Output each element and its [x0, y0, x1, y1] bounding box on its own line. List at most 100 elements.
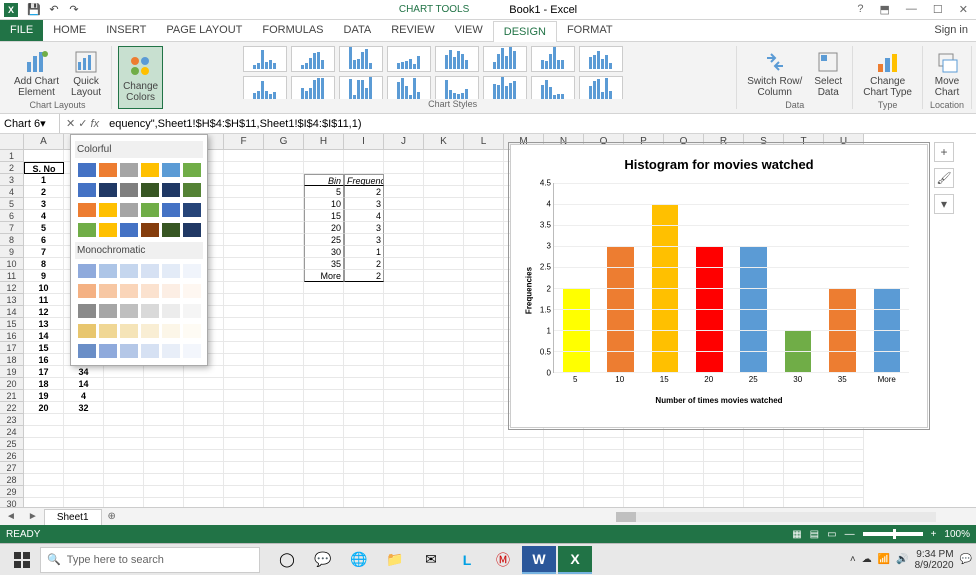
cell[interactable]: [784, 462, 824, 474]
cell[interactable]: S. No: [24, 162, 64, 174]
cell[interactable]: 30: [304, 246, 344, 258]
cell[interactable]: [464, 282, 504, 294]
cell[interactable]: [384, 342, 424, 354]
zoom-slider[interactable]: [863, 532, 923, 536]
cell[interactable]: 12: [24, 306, 64, 318]
row-header[interactable]: 6: [0, 210, 24, 222]
cell[interactable]: [24, 486, 64, 498]
chart-style-thumb[interactable]: [531, 76, 575, 99]
cell[interactable]: [224, 258, 264, 270]
cell[interactable]: [64, 474, 104, 486]
cell[interactable]: [224, 174, 264, 186]
cell[interactable]: [664, 486, 704, 498]
cell[interactable]: [624, 486, 664, 498]
col-header[interactable]: L: [464, 134, 504, 150]
color-swatch[interactable]: [183, 324, 201, 338]
cortana-icon[interactable]: 💬: [306, 546, 340, 574]
cell[interactable]: [544, 450, 584, 462]
cell[interactable]: [24, 414, 64, 426]
cell[interactable]: [184, 462, 224, 474]
cell[interactable]: [384, 294, 424, 306]
cell[interactable]: [824, 498, 864, 507]
cell[interactable]: [504, 486, 544, 498]
taskbar-search[interactable]: 🔍 Type here to search: [40, 547, 260, 573]
cell[interactable]: [384, 174, 424, 186]
signin-link[interactable]: Sign in: [926, 20, 976, 41]
color-swatch[interactable]: [162, 304, 180, 318]
cell[interactable]: [504, 474, 544, 486]
row-header[interactable]: 15: [0, 318, 24, 330]
cell[interactable]: [264, 426, 304, 438]
explorer-icon[interactable]: 📁: [378, 546, 412, 574]
cell[interactable]: [664, 474, 704, 486]
cell[interactable]: [384, 186, 424, 198]
row-header[interactable]: 30: [0, 498, 24, 507]
horizontal-scrollbar[interactable]: [616, 512, 936, 522]
cell[interactable]: [384, 318, 424, 330]
row-header[interactable]: 11: [0, 270, 24, 282]
row-header[interactable]: 17: [0, 342, 24, 354]
chart-elements-button[interactable]: +: [934, 142, 954, 162]
cell[interactable]: [344, 426, 384, 438]
chart-style-thumb[interactable]: [483, 76, 527, 99]
row-header[interactable]: 27: [0, 462, 24, 474]
cell[interactable]: 20: [24, 402, 64, 414]
cell[interactable]: [344, 390, 384, 402]
tab-view[interactable]: VIEW: [445, 20, 493, 41]
chart-title[interactable]: Histogram for movies watched: [519, 153, 919, 176]
chart-filter-button[interactable]: ▾: [934, 194, 954, 214]
row-header[interactable]: 3: [0, 174, 24, 186]
cell[interactable]: [224, 354, 264, 366]
cell[interactable]: [264, 198, 304, 210]
cell[interactable]: [464, 354, 504, 366]
chart-object[interactable]: Histogram for movies watched Frequencies…: [510, 144, 928, 428]
cell[interactable]: [304, 438, 344, 450]
word-icon[interactable]: W: [522, 546, 556, 574]
cell[interactable]: [224, 150, 264, 162]
tab-data[interactable]: DATA: [334, 20, 382, 41]
cell[interactable]: [344, 366, 384, 378]
cell[interactable]: [144, 486, 184, 498]
col-header[interactable]: G: [264, 134, 304, 150]
color-swatch[interactable]: [99, 264, 117, 278]
cell[interactable]: 14: [64, 378, 104, 390]
cell[interactable]: [304, 426, 344, 438]
cell[interactable]: [224, 210, 264, 222]
cell[interactable]: [304, 330, 344, 342]
cell[interactable]: [624, 474, 664, 486]
cell[interactable]: 2: [344, 270, 384, 282]
cell[interactable]: [104, 486, 144, 498]
cell[interactable]: [184, 426, 224, 438]
cell[interactable]: [424, 366, 464, 378]
cell[interactable]: [464, 198, 504, 210]
chart-style-thumb[interactable]: [291, 76, 335, 99]
cell[interactable]: [544, 474, 584, 486]
color-swatch[interactable]: [162, 284, 180, 298]
cell[interactable]: [824, 438, 864, 450]
chart-styles-button[interactable]: 🖌: [934, 168, 954, 188]
cell[interactable]: [544, 438, 584, 450]
sheet-nav-prev-icon[interactable]: ◄: [0, 511, 22, 522]
cell[interactable]: [224, 306, 264, 318]
cell[interactable]: 13: [24, 318, 64, 330]
cell[interactable]: [744, 462, 784, 474]
cell[interactable]: [464, 246, 504, 258]
cell[interactable]: [464, 258, 504, 270]
cell[interactable]: [384, 366, 424, 378]
cell[interactable]: [224, 198, 264, 210]
cell[interactable]: [104, 366, 144, 378]
tab-file[interactable]: FILE: [0, 20, 43, 41]
quick-layout-button[interactable]: Quick Layout: [67, 46, 105, 100]
cell[interactable]: 35: [304, 258, 344, 270]
cell[interactable]: [264, 210, 304, 222]
row-header[interactable]: 19: [0, 366, 24, 378]
cell[interactable]: [584, 498, 624, 507]
cell[interactable]: [464, 162, 504, 174]
cell[interactable]: [344, 318, 384, 330]
cell[interactable]: [344, 462, 384, 474]
cell[interactable]: [584, 474, 624, 486]
color-swatch[interactable]: [120, 264, 138, 278]
cell[interactable]: [464, 234, 504, 246]
cell[interactable]: [104, 498, 144, 507]
color-swatch[interactable]: [141, 344, 159, 358]
